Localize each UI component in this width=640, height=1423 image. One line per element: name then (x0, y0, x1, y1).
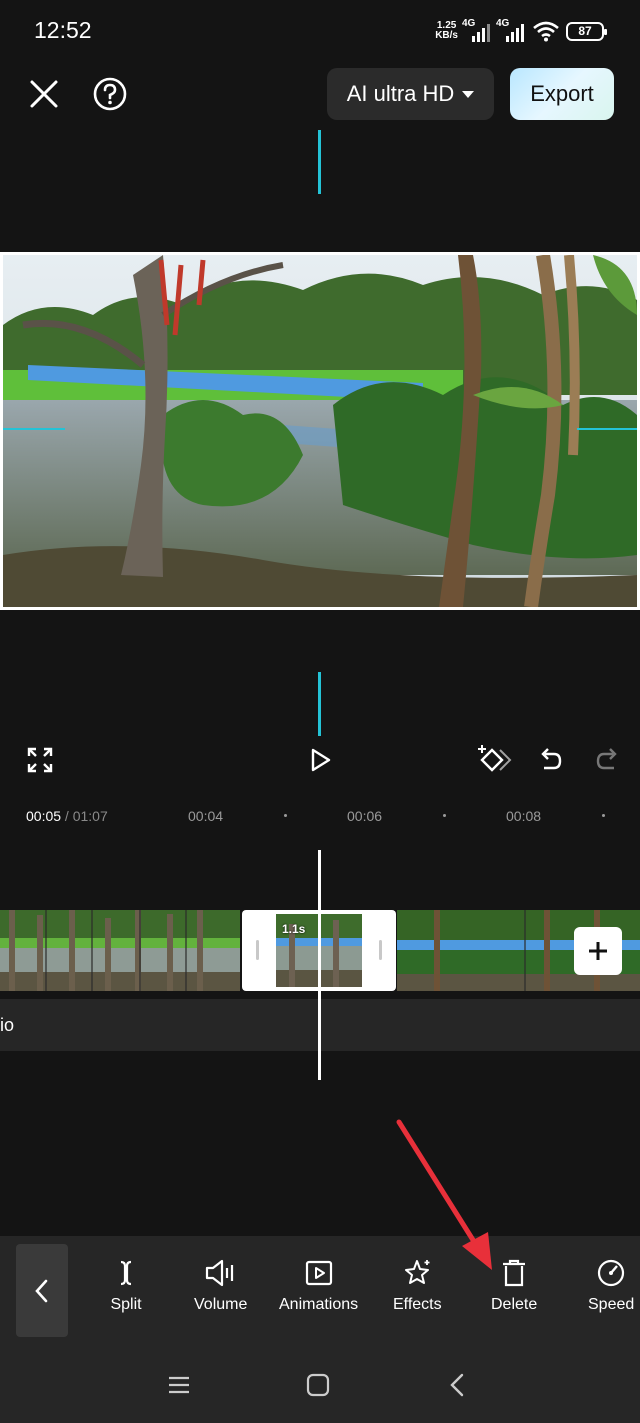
effects-tool[interactable]: Effects (393, 1256, 442, 1314)
status-icons: 1.25 KB/s 4G 4G 87 (435, 18, 607, 44)
system-nav-bar (0, 1346, 640, 1423)
ruler-tick: 00:06 (347, 808, 383, 824)
undo-button[interactable] (532, 742, 568, 778)
battery-level: 87 (578, 24, 592, 38)
ruler-dot (284, 814, 287, 817)
help-button[interactable] (90, 74, 130, 114)
redo-icon (596, 748, 617, 770)
network-type-1: 4G (462, 18, 476, 29)
status-bar: 12:52 1.25 KB/s 4G 4G 87 (0, 0, 640, 60)
plus-icon (589, 942, 607, 960)
network-speed: 1.25 KB/s (435, 21, 458, 41)
ruler-tick: 00:04 (188, 808, 224, 824)
status-time: 12:52 (34, 17, 92, 43)
video-frame-image (3, 255, 637, 607)
current-time: 00:05 / 01:07 (26, 808, 108, 824)
animations-tool[interactable]: Animations (279, 1256, 358, 1314)
network-type-2: 4G (496, 18, 510, 29)
play-icon (311, 748, 331, 772)
close-button[interactable] (24, 74, 64, 114)
volume-tool[interactable]: Volume (194, 1256, 247, 1314)
total-time: / 01:07 (61, 808, 108, 824)
back-icon (450, 1373, 464, 1397)
audio-track-label: io (0, 1014, 15, 1035)
trim-handle-left[interactable] (256, 940, 259, 960)
animations-label: Animations (279, 1296, 359, 1313)
chevron-down-icon (462, 90, 475, 98)
delete-icon (503, 1259, 526, 1287)
play-button[interactable] (302, 742, 338, 778)
split-icon (120, 1260, 132, 1286)
timeline[interactable]: 1.1s io (0, 830, 640, 1230)
effects-label: Effects (393, 1296, 442, 1313)
help-icon (93, 77, 127, 111)
playback-controls (0, 738, 640, 782)
volume-icon (205, 1259, 233, 1287)
speed-icon (598, 1259, 625, 1287)
keyframe-button[interactable] (476, 742, 512, 778)
ruler-tick: 00:08 (506, 808, 542, 824)
add-clip-button[interactable] (574, 927, 622, 975)
network-speed-unit: KB/s (435, 30, 458, 41)
editor-topbar: AI ultra HD Export (0, 62, 640, 126)
split-tool[interactable]: Split (109, 1256, 143, 1314)
alignment-guide-top (318, 130, 321, 194)
signal-icon-1: 4G (462, 18, 492, 42)
fullscreen-button[interactable] (22, 742, 58, 778)
close-icon (30, 80, 58, 108)
ruler-dot (602, 814, 605, 817)
delete-tool[interactable]: Delete (491, 1256, 537, 1314)
clip-thumbnails (0, 910, 240, 991)
playhead[interactable] (318, 850, 321, 1080)
speed-label: Speed (588, 1296, 635, 1313)
recents-button[interactable] (162, 1368, 196, 1402)
menu-icon (169, 1376, 189, 1394)
delete-label: Delete (491, 1296, 538, 1313)
home-icon (306, 1373, 330, 1397)
toolbar-back-button[interactable] (16, 1244, 68, 1337)
animations-icon (305, 1260, 332, 1286)
time-ruler[interactable]: 00:05 / 01:07 00:04 00:06 00:08 (0, 800, 640, 830)
quality-label: AI ultra HD (346, 81, 455, 106)
chevron-left-icon (35, 1279, 48, 1302)
ruler-dot (443, 814, 446, 817)
alignment-guide-bottom (318, 672, 321, 736)
edit-toolbar: Split Volume Animations Effects Delete S… (0, 1236, 640, 1346)
wifi-icon (533, 21, 559, 42)
trim-handle-right[interactable] (379, 940, 382, 960)
home-button[interactable] (301, 1368, 335, 1402)
fullscreen-icon (27, 747, 53, 773)
video-preview[interactable] (0, 252, 640, 610)
export-button[interactable]: Export (510, 68, 614, 120)
back-button[interactable] (440, 1368, 474, 1402)
quality-dropdown[interactable]: AI ultra HD (327, 68, 494, 120)
volume-label: Volume (194, 1296, 248, 1313)
speed-tool[interactable]: Speed (588, 1256, 634, 1314)
battery-icon: 87 (566, 21, 607, 41)
video-clip-left[interactable] (0, 910, 240, 991)
undo-icon (541, 748, 562, 770)
keyframe-icon (478, 745, 512, 772)
redo-button[interactable] (590, 742, 626, 778)
current-time-value: 00:05 (26, 808, 62, 824)
preview-canvas[interactable] (0, 126, 640, 738)
clip-duration: 1.1s (282, 922, 306, 936)
split-label: Split (110, 1296, 142, 1313)
signal-icon-2: 4G (496, 18, 526, 42)
effects-icon (405, 1260, 430, 1284)
